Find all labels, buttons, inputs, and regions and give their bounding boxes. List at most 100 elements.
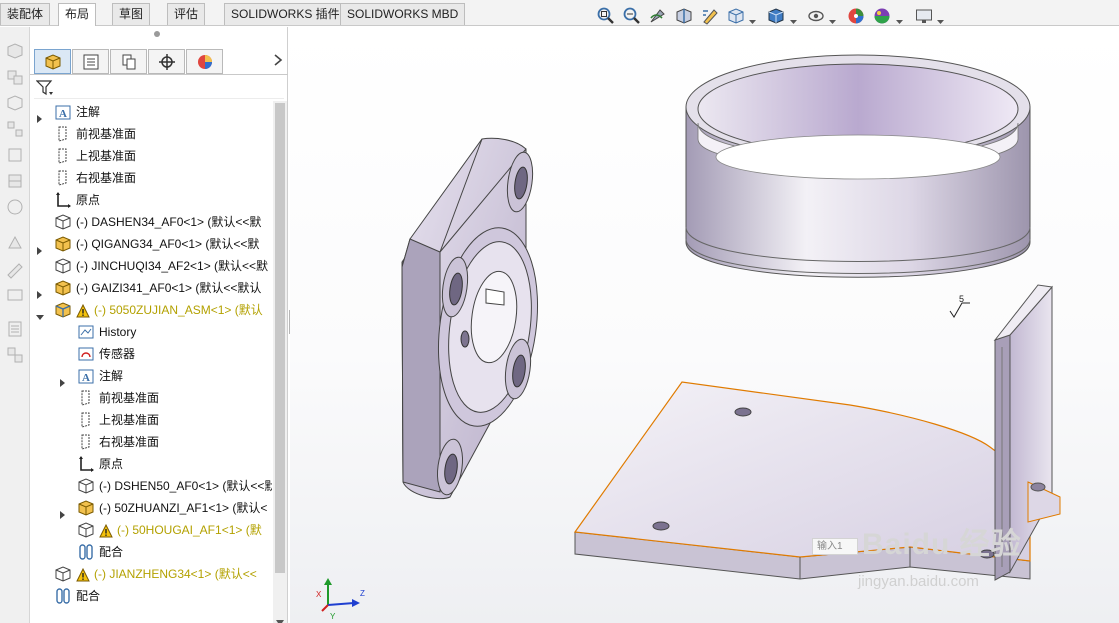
chevron-down-icon[interactable] bbox=[790, 14, 797, 24]
tab-configuration-manager[interactable] bbox=[110, 49, 147, 74]
zoom-to-fit-icon[interactable] bbox=[596, 6, 616, 28]
triad-y-label: Y bbox=[330, 612, 336, 621]
graphics-area[interactable]: 5 X Y Z 输入1 Baidu 经验 jingyan.baidu.com bbox=[290, 27, 1119, 623]
part-yellow-icon bbox=[77, 499, 95, 517]
input-hint-badge: 输入1 bbox=[812, 538, 858, 555]
tab-sketch[interactable]: 草图 bbox=[112, 3, 151, 25]
new-motion-study-icon[interactable] bbox=[5, 285, 25, 305]
tree-item-label: 配合 bbox=[76, 589, 101, 603]
section-view-icon[interactable] bbox=[674, 6, 694, 28]
tree-item-label: (-) QIGANG34_AF0<1> (默认<<默 bbox=[76, 237, 260, 251]
mate-icon[interactable] bbox=[5, 67, 25, 87]
tab-solidworks-addins[interactable]: SOLIDWORKS 插件 bbox=[224, 3, 347, 25]
chevron-down-icon[interactable] bbox=[937, 14, 944, 24]
assembly-icon bbox=[54, 301, 72, 319]
show-hidden-icon[interactable] bbox=[5, 197, 25, 217]
filter-icon[interactable] bbox=[35, 79, 54, 97]
chevron-down-icon[interactable] bbox=[829, 14, 836, 24]
chevron-right-icon[interactable] bbox=[59, 504, 66, 519]
tab-feature-manager[interactable] bbox=[34, 49, 71, 74]
tree-item-label: 上视基准面 bbox=[99, 413, 160, 427]
previous-view-icon[interactable] bbox=[648, 6, 668, 28]
tree-item[interactable]: (-) DSHEN50_AF0<1> (默认<<默 bbox=[30, 475, 272, 497]
tab-layout[interactable]: 布局 bbox=[58, 3, 97, 26]
component-preview-icon[interactable] bbox=[5, 93, 25, 113]
tree-item[interactable]: (-) JINCHUQI34_AF2<1> (默认<<默 bbox=[30, 255, 272, 277]
tree-item[interactable]: 前视基准面 bbox=[30, 123, 272, 145]
tab-display-manager[interactable] bbox=[186, 49, 223, 74]
tree-item[interactable]: 原点 bbox=[30, 189, 272, 211]
reference-geometry-icon[interactable] bbox=[5, 259, 25, 279]
linear-pattern-icon[interactable] bbox=[5, 119, 25, 139]
tree-item[interactable]: 前视基准面 bbox=[30, 387, 272, 409]
surface-finish-symbol[interactable]: 5 bbox=[949, 294, 970, 318]
cylinder-part[interactable] bbox=[685, 54, 1031, 278]
warning-icon bbox=[76, 567, 90, 582]
tree-item[interactable]: (-) 50HOUGAI_AF1<1> (默 bbox=[30, 519, 272, 541]
zoom-to-area-icon[interactable] bbox=[622, 6, 642, 28]
tab-solidworks-mbd[interactable]: SOLIDWORKS MBD bbox=[340, 3, 466, 25]
tree-item[interactable]: A 注解 bbox=[30, 101, 272, 123]
tree-item[interactable]: History bbox=[30, 321, 272, 343]
tree-item[interactable]: 原点 bbox=[30, 453, 272, 475]
tab-assembly[interactable]: 装配体 bbox=[0, 3, 51, 25]
tab-dimxpert-manager[interactable] bbox=[148, 49, 185, 74]
chevron-down-icon[interactable] bbox=[749, 14, 756, 24]
tree-item-label: (-) DSHEN50_AF0<1> (默认<<默 bbox=[99, 479, 272, 493]
tree-item[interactable]: 上视基准面 bbox=[30, 145, 272, 167]
tree-item[interactable]: 右视基准面 bbox=[30, 167, 272, 189]
flange-plate-part[interactable] bbox=[401, 137, 549, 500]
tree-item[interactable]: 配合 bbox=[30, 585, 272, 607]
chevron-right-icon[interactable] bbox=[36, 284, 43, 299]
warning-icon bbox=[99, 523, 113, 538]
tree-item-label: History bbox=[99, 325, 137, 339]
chevron-down-icon[interactable] bbox=[276, 615, 284, 623]
tree-scrollbar[interactable] bbox=[273, 101, 287, 623]
chevron-right-icon[interactable] bbox=[59, 372, 66, 387]
tree-item-label: 右视基准面 bbox=[99, 435, 160, 449]
bill-of-materials-icon[interactable] bbox=[5, 319, 25, 339]
tab-property-manager[interactable] bbox=[72, 49, 109, 74]
view-settings-icon[interactable] bbox=[914, 6, 934, 28]
tree-item[interactable]: A 注解 bbox=[30, 365, 272, 387]
chevron-down-icon[interactable] bbox=[36, 306, 44, 320]
part-icon bbox=[54, 257, 72, 275]
part-icon bbox=[54, 565, 72, 583]
edit-appearance-icon[interactable] bbox=[846, 6, 866, 28]
apply-scene-icon[interactable] bbox=[872, 6, 892, 28]
insert-component-icon[interactable] bbox=[5, 41, 25, 61]
tree-item[interactable]: (-) 5050ZUJIAN_ASM<1> (默认 bbox=[30, 299, 272, 321]
tree-item[interactable]: (-) 50ZHUANZI_AF1<1> (默认< bbox=[30, 497, 272, 519]
tree-item[interactable]: 配合 bbox=[30, 541, 272, 563]
scrollbar-thumb[interactable] bbox=[275, 103, 285, 573]
view-orientation-icon[interactable] bbox=[726, 6, 746, 28]
assembly-features-icon[interactable] bbox=[5, 233, 25, 253]
chevron-down-icon[interactable] bbox=[896, 14, 903, 24]
display-style-icon[interactable] bbox=[766, 6, 786, 28]
tree-item[interactable]: (-) DASHEN34_AF0<1> (默认<<默 bbox=[30, 211, 272, 233]
exploded-view-icon[interactable] bbox=[5, 345, 25, 365]
filter-bar[interactable] bbox=[34, 77, 284, 99]
tree-item[interactable]: (-) JIANZHENG34<1> (默认<< bbox=[30, 563, 272, 585]
manager-tabs bbox=[30, 47, 288, 75]
tree-item-label: (-) 50HOUGAI_AF1<1> (默 bbox=[117, 523, 262, 537]
tree-item-label: (-) GAIZI341_AF0<1> (默认<<默认 bbox=[76, 281, 262, 295]
chevron-right-icon[interactable] bbox=[273, 52, 283, 68]
warning-icon bbox=[76, 303, 90, 318]
tree-item[interactable]: 传感器 bbox=[30, 343, 272, 365]
dynamic-annotation-icon[interactable] bbox=[700, 6, 720, 28]
tree-item[interactable]: 上视基准面 bbox=[30, 409, 272, 431]
tree-item[interactable]: (-) QIGANG34_AF0<1> (默认<<默 bbox=[30, 233, 272, 255]
tree-item[interactable]: (-) GAIZI341_AF0<1> (默认<<默认 bbox=[30, 277, 272, 299]
smart-fasteners-icon[interactable] bbox=[5, 145, 25, 165]
hide-show-icon[interactable] bbox=[806, 6, 826, 28]
tab-evaluate[interactable]: 评估 bbox=[167, 3, 206, 25]
pane-grip[interactable] bbox=[154, 31, 160, 37]
chevron-right-icon[interactable] bbox=[36, 240, 43, 255]
annotation-icon: A bbox=[77, 367, 95, 385]
tree-item-label: 配合 bbox=[99, 545, 124, 559]
chevron-right-icon[interactable] bbox=[36, 108, 43, 123]
feature-tree: A 注解 前视基准面 上视基准面 右视基准面 原点 (-) DASHEN34_AF0<1> … bbox=[30, 101, 272, 617]
tree-item[interactable]: 右视基准面 bbox=[30, 431, 272, 453]
move-component-icon[interactable] bbox=[5, 171, 25, 191]
